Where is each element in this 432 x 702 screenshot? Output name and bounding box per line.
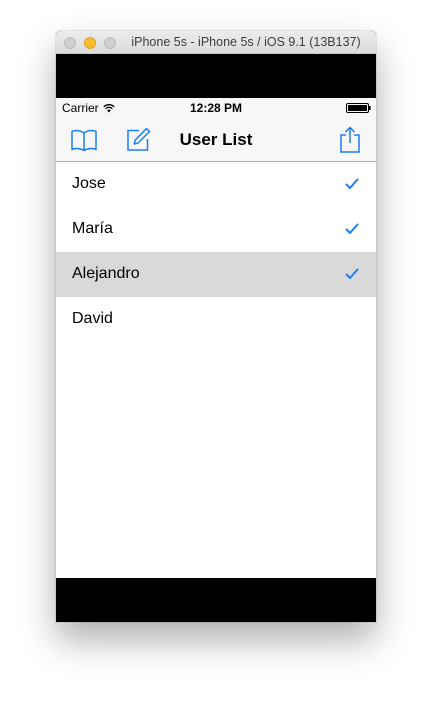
- window-title-bar: iPhone 5s - iPhone 5s / iOS 9.1 (13B137): [56, 31, 376, 54]
- share-button[interactable]: [336, 126, 364, 154]
- user-row[interactable]: David: [56, 297, 376, 342]
- user-row[interactable]: María: [56, 207, 376, 252]
- nav-title: User List: [179, 130, 253, 149]
- battery-icon: [346, 103, 371, 113]
- user-name: María: [72, 220, 113, 237]
- simulator-bezel-bottom: [56, 578, 376, 622]
- simulator-window: iPhone 5s - iPhone 5s / iOS 9.1 (13B137)…: [56, 31, 376, 622]
- window-minimize-button[interactable]: [84, 37, 96, 49]
- checkmark-icon: [345, 268, 359, 279]
- checkmark-icon: [345, 223, 359, 234]
- checkmark-icon: [345, 178, 359, 189]
- window-zoom-button[interactable]: [104, 37, 116, 49]
- navigation-bar: User List: [56, 118, 376, 162]
- user-name: Alejandro: [72, 265, 140, 282]
- window-title: iPhone 5s - iPhone 5s / iOS 9.1 (13B137): [131, 35, 361, 49]
- user-name: Jose: [72, 175, 106, 192]
- user-row[interactable]: Alejandro: [56, 252, 376, 297]
- user-list: Jose María Alejandro David: [56, 162, 376, 342]
- status-time: 12:28 PM: [189, 101, 243, 115]
- device-screen: Carrier 12:28 PM User List Jose María Al…: [56, 98, 376, 578]
- status-bar: Carrier 12:28 PM: [56, 98, 376, 118]
- share-icon: [340, 126, 360, 153]
- window-close-button[interactable]: [64, 37, 76, 49]
- user-name: David: [72, 310, 113, 327]
- user-row[interactable]: Jose: [56, 162, 376, 207]
